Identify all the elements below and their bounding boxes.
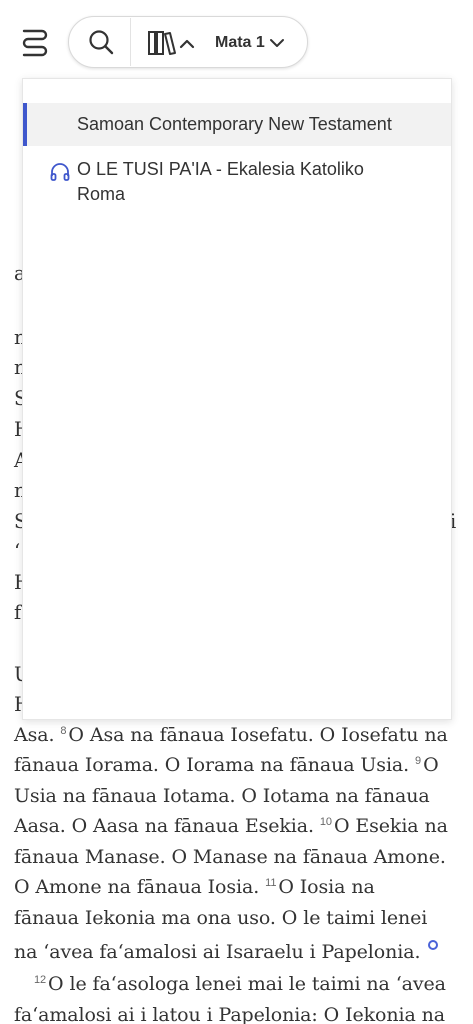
scripture-line: Asa. 8O Asa na fānaua Iosefatu. O Iosefa… (14, 724, 448, 746)
version-option-tusi-paia[interactable]: O LE TUSI PA'IA - Ekalesia Katoliko Roma (23, 157, 451, 211)
version-option-samoan-contemporary[interactable]: Samoan Contemporary New Testament (23, 103, 451, 146)
book-chapter-label: Mata 1 (215, 34, 265, 51)
search-icon[interactable] (83, 27, 119, 59)
line-text: na ‘avea fa‘amalosi ai Isaraelu i Papelo… (14, 941, 421, 963)
verse-number[interactable]: 11 (265, 877, 276, 889)
scripture-line: na ‘avea fa‘amalosi ai Isaraelu i Papelo… (14, 940, 439, 963)
version-label: O LE TUSI PA'IA - Ekalesia Katoliko Roma (77, 159, 364, 204)
scripture-line: Usia na fānaua Iotama. O Iotama na fānau… (14, 785, 430, 807)
pill-divider (130, 18, 131, 66)
navigation-pill: Mata 1 (68, 16, 308, 68)
verse-number[interactable]: 8 (60, 725, 66, 737)
version-selector-button[interactable] (147, 27, 199, 59)
scripture-line: 12 O le fa‘asologa lenei mai le taimi na … (34, 973, 446, 995)
chevron-down-icon (269, 39, 284, 47)
library-icon (148, 31, 195, 55)
line-text: Asa. (14, 724, 61, 746)
line-text: fānaua Manase. O Manase na fānaua Amone. (14, 846, 446, 868)
verse-number[interactable]: 12 (34, 974, 46, 986)
headphones-icon (50, 163, 70, 181)
footnote-marker-icon[interactable] (428, 940, 439, 950)
line-text: O Esekia na (333, 815, 448, 837)
verse-number[interactable]: 10 (320, 816, 332, 828)
scripture-line: fa‘amalosi ai i latou i Papelonia: O Iek… (14, 1004, 445, 1024)
line-text: Usia na fānaua Iotama. O Iotama na fānau… (14, 785, 430, 807)
text-fragment: f (14, 601, 22, 624)
selected-indicator (23, 103, 27, 146)
book-chapter-selector[interactable]: Mata 1 (215, 27, 285, 59)
line-text: O le fa‘asologa lenei mai le taimi na ‘a… (48, 973, 446, 995)
top-toolbar: Mata 1 (0, 0, 473, 80)
scripture-line: Aasa. O Aasa na fānaua Esekia. 10 O Eseki… (14, 815, 448, 837)
menu-icon[interactable] (18, 24, 52, 58)
line-text: fa‘amalosi ai i latou i Papelonia: O Iek… (14, 1004, 446, 1024)
scripture-line: O Amone na fānaua Iosia. 11 O Iosia na (14, 876, 375, 898)
line-text: O Asa na fānaua Iosefatu. O Iosefatu na (68, 724, 448, 746)
scripture-line: fānaua Manase. O Manase na fānaua Amone. (14, 846, 446, 868)
line-text: O Iosia na (278, 876, 375, 898)
version-label: Samoan Contemporary New Testament (77, 114, 392, 134)
line-text: fānaua Iorama. O Iorama na fānaua Usia. (14, 754, 416, 776)
version-dropdown: Samoan Contemporary New Testament O LE T… (22, 78, 452, 720)
text-fragment: ‘ (14, 540, 21, 563)
line-text: fānaua Iekonia ma ona uso. O le taimi le… (14, 907, 428, 929)
scripture-line: fānaua Iorama. O Iorama na fānaua Usia. … (14, 754, 439, 776)
verse-number[interactable]: 9 (415, 755, 421, 767)
line-text: O Amone na fānaua Iosia. (14, 876, 266, 898)
line-text: O (423, 754, 439, 776)
scripture-line: fānaua Iekonia ma ona uso. O le taimi le… (14, 907, 427, 929)
line-text: Aasa. O Aasa na fānaua Esekia. (14, 815, 320, 837)
